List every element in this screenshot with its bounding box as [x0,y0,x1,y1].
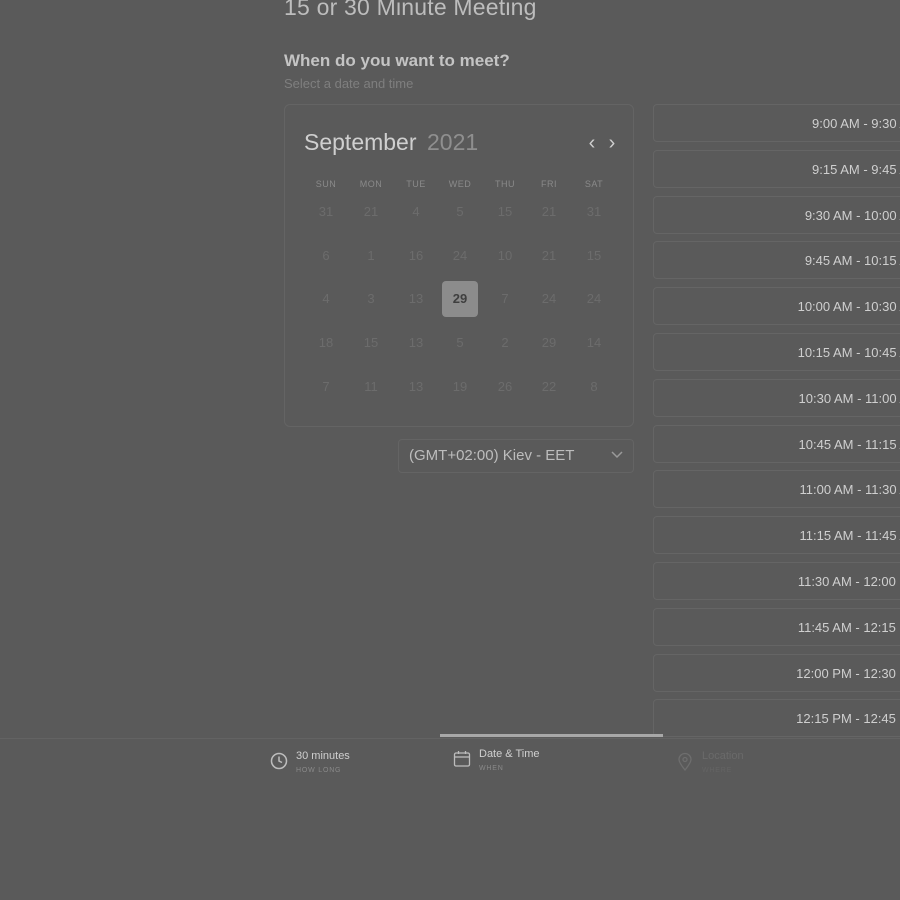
calendar-day[interactable]: 16 [398,238,434,274]
weekday-header: FRI [541,179,557,189]
calendar-day[interactable]: 8 [576,369,612,405]
chevron-right-icon[interactable]: › [603,133,621,155]
calendar-month: September [304,129,417,155]
weekday-header: SUN [315,179,337,189]
time-slot-label: 12:15 PM - 12:45 PM [796,711,900,727]
timezone-value: (GMT+02:00) Kiev - EET [409,447,575,464]
calendar-day[interactable]: 15 [353,325,389,361]
calendar-day[interactable]: 15 [576,238,612,274]
calendar-day[interactable]: 21 [531,238,567,274]
calendar-day[interactable]: 31 [308,194,344,230]
weekday-header: WED [448,179,472,189]
time-slot-label: 9:45 AM - 10:15 AM [804,253,900,269]
calendar-day[interactable]: 5 [442,194,478,230]
time-slot-label: 11:00 AM - 11:30 AM [799,482,900,498]
time-slot-button[interactable]: 12:00 PM - 12:30 PM [653,653,900,692]
calendar-year: 2021 [427,129,479,155]
calendar-day[interactable]: 15 [487,194,523,230]
time-slot-label: 9:15 AM - 9:45 AM [812,161,900,177]
time-slot-button[interactable]: 10:30 AM - 11:00 AM [653,378,900,417]
calendar-day[interactable]: 13 [398,325,434,361]
weekday-header: SAT [584,179,604,189]
time-slot-label: 9:30 AM - 10:00 AM [804,207,900,223]
step-label: Date & Time [479,748,540,760]
calendar-day[interactable]: 26 [487,369,523,405]
section-subtext: Select a date and time [284,76,414,91]
active-step-indicator [440,734,663,737]
calendar-day[interactable]: 24 [531,281,567,317]
page-title: 15 or 30 Minute Meeting [284,0,537,20]
date-picker-calendar: September 2021 ‹ › SUN MON TUE WED THU FRI SAT… [284,104,634,427]
time-slot-button[interactable]: 9:15 AM - 9:45 AM [653,149,900,188]
calendar-day[interactable]: 18 [308,325,344,361]
timezone-select[interactable]: (GMT+02:00) Kiev - EET [398,439,634,473]
time-slot-label: 10:45 AM - 11:15 AM [798,436,900,452]
chevron-down-icon [611,440,623,482]
weekday-header: MON [359,179,383,189]
time-slot-button[interactable]: 10:45 AM - 11:15 AM [653,424,900,463]
footer-divider [0,738,900,739]
calendar-day[interactable]: 31 [576,194,612,230]
time-slot-button[interactable]: 11:15 AM - 11:45 AM [653,516,900,555]
calendar-day[interactable]: 4 [308,281,344,317]
calendar-day[interactable]: 21 [531,194,567,230]
calendar-day[interactable]: 29 [531,325,567,361]
calendar-day[interactable]: 19 [442,369,478,405]
calendar-day[interactable]: 14 [576,325,612,361]
calendar-day[interactable]: 1 [353,238,389,274]
time-slot-label: 11:45 AM - 12:15 PM [797,619,900,635]
time-slot-button[interactable]: 11:45 AM - 12:15 PM [653,607,900,646]
time-slot-button[interactable]: 12:15 PM - 12:45 PM [653,699,900,738]
calendar-day[interactable]: 6 [308,238,344,274]
calendar-day[interactable]: 13 [398,281,434,317]
calendar-day[interactable]: 22 [531,369,567,405]
step-label: 30 minutes [296,750,350,762]
calendar-icon [453,751,471,767]
clock-icon [270,752,288,770]
step-label: Location [702,750,744,762]
time-slot-label: 10:15 AM - 10:45 AM [797,345,900,360]
time-slot-label: 11:30 AM - 12:00 PM [797,574,900,589]
calendar-day-selected[interactable]: 29 [442,281,478,317]
time-slot-button[interactable]: 9:45 AM - 10:15 AM [653,241,900,280]
calendar-day[interactable]: 3 [353,281,389,317]
step-sublabel: HOW LONG [296,767,342,774]
step-sublabel: WHERE [702,767,733,774]
calendar-day[interactable]: 5 [442,325,478,361]
calendar-day[interactable]: 24 [576,281,612,317]
time-slot-label: 10:30 AM - 11:00 AM [798,390,900,406]
time-slot-button[interactable]: 11:00 AM - 11:30 AM [653,470,900,509]
calendar-day[interactable]: 21 [353,194,389,230]
section-heading: When do you want to meet? [284,51,510,70]
time-slot-button[interactable]: 10:15 AM - 10:45 AM [653,333,900,371]
calendar-day[interactable]: 7 [308,369,344,405]
time-slot-button[interactable]: 9:00 AM - 9:30 AM [653,104,900,142]
calendar-day[interactable]: 13 [398,369,434,405]
map-pin-icon [678,752,692,772]
time-slot-label: 9:00 AM - 9:30 AM [812,116,900,131]
weekday-header: THU [495,179,515,189]
time-slot-label: 10:00 AM - 10:30 AM [797,299,900,315]
time-slot-button[interactable]: 11:30 AM - 12:00 PM [653,562,900,600]
calendar-day[interactable]: 2 [487,325,523,361]
calendar-day[interactable]: 4 [398,194,434,230]
time-slot-label: 11:15 AM - 11:45 AM [799,528,900,544]
calendar-day[interactable]: 7 [487,281,523,317]
step-sublabel: WHEN [479,765,504,772]
chevron-left-icon[interactable]: ‹ [583,133,601,155]
time-slot-button[interactable]: 9:30 AM - 10:00 AM [653,195,900,234]
time-slot-label: 12:00 PM - 12:30 PM [796,665,900,681]
calendar-day[interactable]: 24 [442,238,478,274]
time-slot-button[interactable]: 10:00 AM - 10:30 AM [653,287,900,326]
weekday-header: TUE [406,179,426,189]
calendar-day[interactable]: 11 [353,369,389,405]
calendar-day[interactable]: 10 [487,238,523,274]
